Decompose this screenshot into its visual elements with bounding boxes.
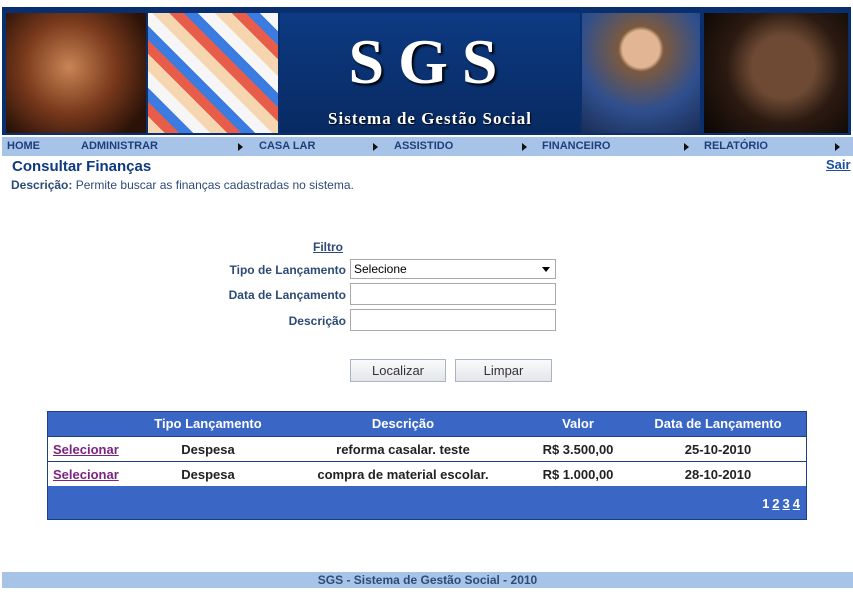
nav-item-assistido[interactable]: ASSISTIDO: [394, 140, 453, 152]
description-text: Permite buscar as finanças cadastradas n…: [75, 178, 354, 192]
column-header-descricao: Descrição: [371, 416, 435, 431]
tipo-lancamento-value: Selecione: [354, 262, 407, 276]
nav-arrow-icon: [684, 143, 689, 151]
nav-item-home[interactable]: HOME: [7, 140, 40, 152]
nav-item-administrar[interactable]: ADMINISTRAR: [81, 140, 158, 152]
page-footer: SGS - Sistema de Gestão Social - 2010: [2, 572, 853, 588]
column-header-valor: Valor: [562, 416, 594, 431]
header-banner: SGS Sistema de Gestão Social: [2, 7, 851, 135]
page-description: Descrição: Permite buscar as finanças ca…: [11, 178, 354, 192]
logout-link[interactable]: Sair: [826, 157, 851, 172]
nav-arrow-icon: [835, 143, 840, 151]
data-lancamento-label: Data de Lançamento: [228, 288, 346, 302]
table-row: Selecionar Despesa reforma casalar. test…: [48, 436, 806, 461]
cell-tipo: Despesa: [181, 442, 235, 457]
main-nav: HOME ADMINISTRAR CASA LAR ASSISTIDO FINA…: [2, 137, 853, 156]
nav-arrow-icon: [522, 143, 527, 151]
chevron-down-icon: [542, 267, 550, 272]
banner-photo-child-smiling: [6, 13, 146, 133]
tipo-lancamento-select[interactable]: Selecione: [350, 259, 556, 279]
pagination: 1234: [759, 496, 800, 511]
tipo-lancamento-label: Tipo de Lançamento: [229, 263, 346, 277]
nav-arrow-icon: [238, 143, 243, 151]
banner-photo-child-crying: [704, 13, 848, 133]
column-header-data: Data de Lançamento: [654, 416, 782, 431]
select-link[interactable]: Selecionar: [53, 442, 119, 457]
logo-subtitle: Sistema de Gestão Social: [328, 109, 532, 128]
cell-data: 28-10-2010: [684, 467, 752, 482]
cell-data: 25-10-2010: [684, 442, 752, 457]
logo-text: SGS: [348, 26, 512, 97]
cell-valor: R$ 3.500,00: [542, 442, 614, 457]
limpar-button[interactable]: Limpar: [455, 359, 552, 382]
table-row: Selecionar Despesa compra de material es…: [48, 461, 806, 486]
filter-heading: Filtro: [313, 240, 343, 254]
data-lancamento-input[interactable]: [350, 283, 556, 305]
cell-descricao: compra de material escolar.: [317, 467, 489, 482]
nav-arrow-icon: [373, 143, 378, 151]
nav-item-casa-lar[interactable]: CASA LAR: [259, 140, 315, 152]
cell-tipo: Despesa: [181, 467, 235, 482]
page-title: Consultar Finanças: [12, 158, 152, 175]
page-current: 1: [762, 496, 770, 511]
page-link[interactable]: 4: [793, 496, 800, 511]
nav-item-relatorio[interactable]: RELATÓRIO: [704, 140, 768, 152]
column-header-tipo: Tipo Lançamento: [154, 416, 262, 431]
cell-descricao: reforma casalar. teste: [336, 442, 470, 457]
select-link[interactable]: Selecionar: [53, 467, 119, 482]
banner-photo-boy-reading: [582, 13, 700, 133]
localizar-button[interactable]: Localizar: [350, 359, 446, 382]
banner-photo-children-circle: [148, 13, 278, 133]
page-link[interactable]: 3: [783, 496, 790, 511]
descricao-label: Descrição: [288, 314, 346, 328]
descricao-input[interactable]: [350, 309, 556, 331]
nav-item-financeiro[interactable]: FINANCEIRO: [542, 140, 610, 152]
description-label: Descrição:: [11, 178, 73, 192]
cell-valor: R$ 1.000,00: [542, 467, 614, 482]
page-link[interactable]: 2: [772, 496, 779, 511]
logo-area: SGS Sistema de Gestão Social: [280, 13, 580, 133]
results-table: Tipo Lançamento Descrição Valor Data de …: [47, 411, 807, 520]
